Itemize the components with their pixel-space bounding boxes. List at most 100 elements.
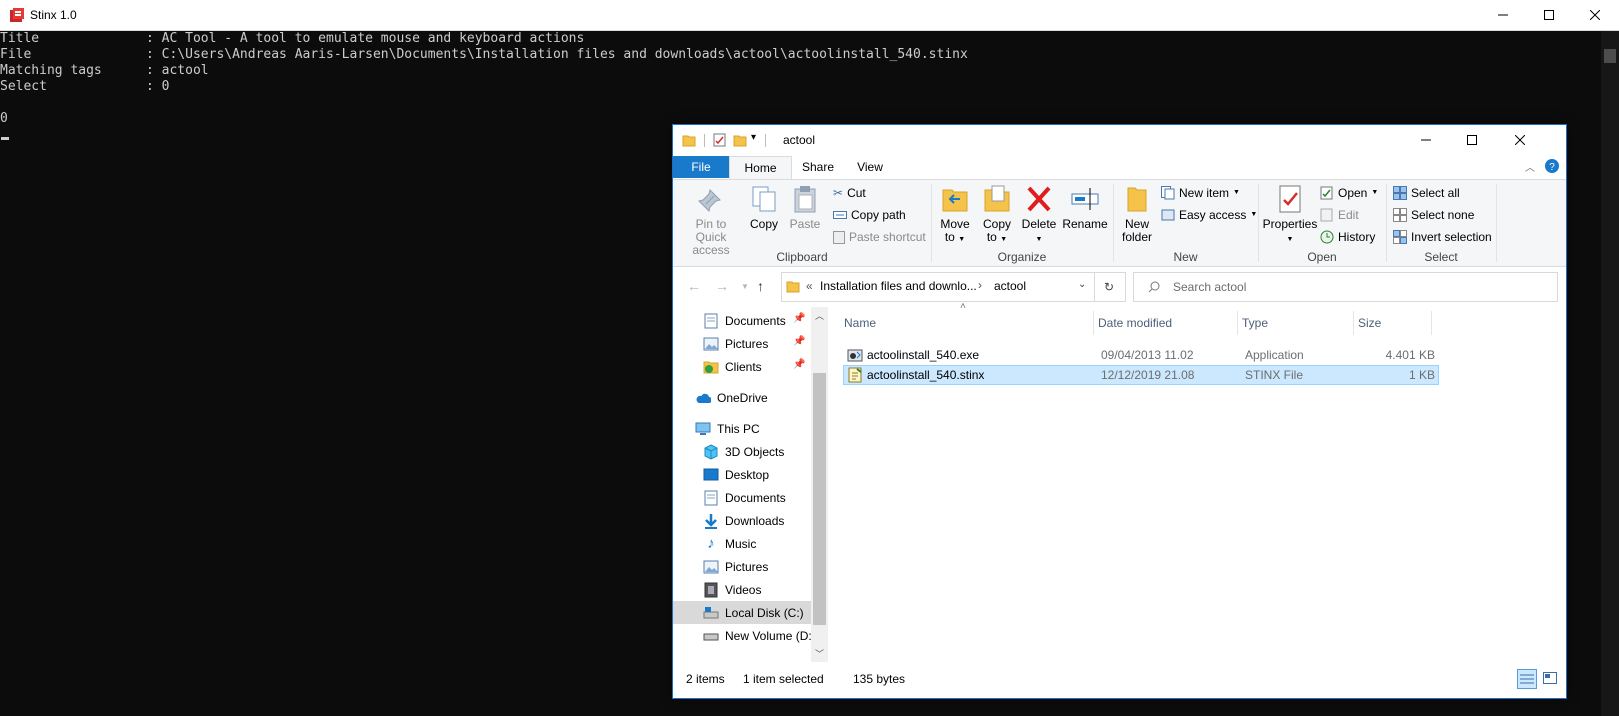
search-box[interactable]: Search actool — [1133, 272, 1558, 302]
invert-selection-icon — [1393, 230, 1407, 244]
properties-icon — [1279, 185, 1301, 213]
file-date: 09/04/2013 11.02 — [1101, 348, 1194, 362]
paste-button[interactable]: Paste — [785, 184, 825, 231]
computer-icon — [695, 421, 711, 437]
copy-to-button[interactable]: Copy to ▼ — [977, 184, 1017, 246]
cut-button[interactable]: ✂ Cut — [833, 185, 866, 201]
minimize-button[interactable] — [1480, 0, 1526, 30]
file-size: 1 KB — [1408, 368, 1435, 382]
nav-item-documents-pinned[interactable]: Documents — [703, 309, 786, 332]
group-label-new: New — [1173, 250, 1198, 264]
breadcrumb-installation-files[interactable]: Installation files and downlo... — [820, 279, 977, 293]
nav-item-onedrive[interactable]: OneDrive — [695, 386, 768, 409]
overflow-chevron-icon[interactable]: « — [806, 279, 813, 293]
edit-button[interactable]: Edit — [1320, 207, 1359, 223]
explorer-close-button[interactable] — [1497, 125, 1543, 155]
console-title: Stinx 1.0 — [30, 8, 77, 22]
film-icon — [703, 582, 719, 598]
properties-button[interactable]: Properties ▼ — [1262, 184, 1318, 246]
invert-selection-button[interactable]: Invert selection — [1393, 229, 1492, 245]
file-row-selected[interactable]: actoolinstall_540.stinx 12/12/2019 21.08… — [843, 365, 1439, 385]
stinx-app-icon — [10, 8, 24, 22]
back-arrow-icon[interactable]: ← — [687, 278, 701, 294]
explorer-maximize-button[interactable] — [1449, 125, 1495, 155]
nav-item-pictures-pinned[interactable]: Pictures — [703, 332, 768, 355]
nav-item-videos[interactable]: Videos — [703, 578, 761, 601]
paste-shortcut-button[interactable]: Paste shortcut — [833, 229, 926, 245]
column-header-name[interactable]: Name — [840, 311, 1094, 335]
file-row[interactable]: actoolinstall_540.exe 09/04/2013 11.02 A… — [843, 345, 1439, 365]
select-none-icon — [1393, 208, 1407, 222]
up-arrow-icon[interactable]: ↑ — [757, 278, 764, 294]
console-cursor — [1, 137, 9, 140]
collapse-ribbon-icon[interactable]: ︿ — [1525, 159, 1535, 174]
console-scrollbar-thumb[interactable] — [1604, 49, 1616, 63]
rename-button[interactable]: Rename — [1061, 184, 1109, 231]
delete-button[interactable]: Delete ▼ — [1019, 184, 1059, 246]
search-icon — [1148, 281, 1160, 293]
select-all-button[interactable]: Select all — [1393, 185, 1460, 201]
tab-home[interactable]: Home — [729, 156, 792, 180]
tab-file[interactable]: File — [673, 156, 729, 178]
nav-item-pictures[interactable]: Pictures — [703, 555, 768, 578]
pin-icon[interactable]: 📌 — [793, 336, 805, 347]
nav-item-new-volume[interactable]: New Volume (D: — [703, 624, 812, 647]
address-dropdown-icon[interactable]: ⌄ — [1078, 279, 1086, 290]
explorer-minimize-button[interactable] — [1403, 125, 1449, 155]
move-to-button[interactable]: Move to ▼ — [935, 184, 975, 246]
search-placeholder: Search actool — [1173, 280, 1247, 294]
pin-icon[interactable]: 📌 — [793, 313, 805, 324]
copy-icon — [752, 186, 776, 212]
close-button[interactable] — [1572, 0, 1618, 30]
onedrive-cloud-icon — [695, 390, 711, 406]
maximize-button[interactable] — [1526, 0, 1572, 30]
properties-icon[interactable] — [713, 133, 727, 147]
status-selected-size: 135 bytes — [853, 672, 906, 686]
tab-share[interactable]: Share — [793, 156, 843, 178]
nav-item-3d-objects[interactable]: 3D Objects — [703, 440, 784, 463]
address-bar[interactable]: « Installation files and downlo... › act… — [781, 272, 1095, 302]
nav-item-local-disk[interactable]: Local Disk (C:) — [673, 601, 828, 624]
pin-icon[interactable]: 📌 — [793, 359, 805, 370]
console-scrollbar[interactable] — [1601, 31, 1619, 716]
column-header-type[interactable]: Type — [1238, 311, 1354, 335]
nav-item-clients[interactable]: Clients — [703, 355, 762, 378]
nav-scrollbar-thumb[interactable] — [813, 373, 826, 625]
scroll-down-icon[interactable]: ﹀ — [815, 647, 824, 660]
copy-button[interactable]: Copy — [745, 184, 783, 231]
folder-icon — [682, 135, 696, 147]
recent-locations-icon[interactable]: ▼ — [741, 282, 749, 291]
nav-item-desktop[interactable]: Desktop — [703, 463, 769, 486]
scroll-up-icon[interactable]: ︿ — [815, 309, 824, 322]
refresh-button[interactable]: ↻ — [1093, 272, 1126, 302]
group-label-clipboard: Clipboard — [776, 250, 828, 264]
nav-item-this-pc[interactable]: This PC — [695, 417, 760, 440]
copy-path-button[interactable]: Copy path — [833, 207, 906, 223]
pin-to-quick-access-button[interactable]: Pin to Quick access — [679, 184, 743, 257]
easy-access-button[interactable]: Easy access ▼ — [1161, 207, 1257, 223]
breadcrumb-actool[interactable]: actool — [994, 279, 1026, 293]
new-folder-button[interactable]: New folder — [1117, 184, 1157, 244]
nav-item-downloads[interactable]: Downloads — [703, 509, 784, 532]
nav-item-documents[interactable]: Documents — [703, 486, 786, 509]
tab-view[interactable]: View — [845, 156, 895, 178]
open-button[interactable]: Open ▼ — [1320, 185, 1378, 201]
refresh-icon: ↻ — [1103, 280, 1115, 294]
nav-scrollbar[interactable]: ︿ ﹀ — [811, 307, 828, 662]
move-to-icon — [942, 189, 968, 212]
forward-arrow-icon[interactable]: → — [715, 278, 729, 294]
customize-qat-icon[interactable]: ▾ — [751, 132, 756, 143]
select-none-button[interactable]: Select none — [1393, 207, 1474, 223]
nav-item-music[interactable]: ♪ Music — [703, 532, 756, 555]
help-icon[interactable]: ? — [1545, 159, 1559, 173]
history-icon — [1320, 230, 1334, 244]
large-icons-view-button[interactable] — [1541, 669, 1559, 687]
new-folder-icon[interactable] — [733, 133, 747, 147]
details-view-button[interactable] — [1517, 669, 1537, 689]
history-button[interactable]: History — [1320, 229, 1375, 245]
column-header-size[interactable]: Size — [1354, 311, 1432, 335]
new-item-button[interactable]: New item ▼ — [1161, 185, 1240, 201]
column-header-date-modified[interactable]: Date modified — [1094, 311, 1238, 335]
scissors-icon: ✂ — [833, 186, 844, 200]
divider — [1496, 184, 1497, 262]
